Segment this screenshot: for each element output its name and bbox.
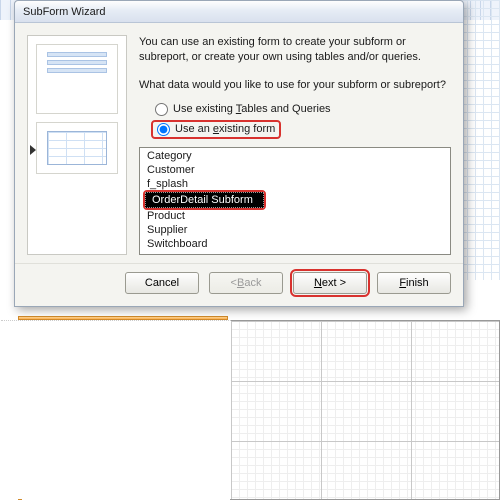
preview-thumbnail-form <box>36 44 118 114</box>
list-item[interactable]: Switchboard <box>141 237 449 251</box>
wizard-button-row: Cancel < Back Next > Finish <box>15 263 463 306</box>
list-item[interactable]: Product <box>141 209 449 223</box>
radio-input-form[interactable] <box>157 123 170 136</box>
radio-use-tables-queries[interactable]: Use existing Tables and Queries <box>151 101 451 118</box>
cancel-button[interactable]: Cancel <box>125 272 199 294</box>
finish-button[interactable]: Finish <box>377 272 451 294</box>
selection-pointer-icon <box>30 145 36 155</box>
back-button: < Back <box>209 272 283 294</box>
next-button[interactable]: Next > <box>293 272 367 294</box>
dialog-title: SubForm Wizard <box>23 6 106 18</box>
list-item-highlighted: OrderDetail Subform <box>143 190 266 210</box>
list-item[interactable]: f_splash <box>141 177 449 191</box>
wizard-question-text: What data would you like to use for your… <box>139 79 451 91</box>
list-item-selected[interactable]: OrderDetail Subform <box>145 192 264 208</box>
radio-use-existing-form[interactable]: Use an existing form <box>151 120 281 139</box>
radio-label-form: Use an existing form <box>175 123 275 135</box>
wizard-preview-pane <box>27 35 127 255</box>
existing-forms-listbox[interactable]: Category Customer f_splash OrderDetail S… <box>139 147 451 255</box>
radio-label-tables: Use existing Tables and Queries <box>173 103 331 115</box>
list-item[interactable]: Customer <box>141 163 449 177</box>
design-grid-main <box>230 320 500 500</box>
wizard-intro-text: You can use an existing form to create y… <box>139 35 451 65</box>
list-item[interactable]: Category <box>141 149 449 163</box>
preview-thumbnail-subform <box>36 122 118 174</box>
radio-input-tables[interactable] <box>155 103 168 116</box>
list-item[interactable]: Supplier <box>141 223 449 237</box>
subform-wizard-dialog: SubForm Wizard You can use an existing f… <box>14 0 464 307</box>
dialog-titlebar[interactable]: SubForm Wizard <box>15 1 463 23</box>
